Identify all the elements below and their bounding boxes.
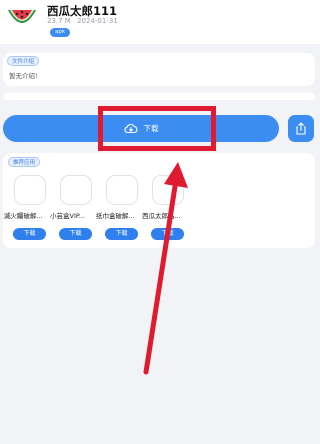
recommended-app-4[interactable]: 西瓜太郎晶... 下载 — [142, 175, 193, 247]
app-icon-placeholder — [14, 175, 46, 205]
app-header: 西瓜太郎111 23.7 M 2024-01-31 apk — [0, 0, 320, 44]
recommended-app-2[interactable]: 小芸盒VIP... 下载 — [50, 175, 101, 247]
recommended-download-button[interactable]: 下载 — [151, 228, 184, 240]
recommended-app-name: 西瓜太郎晶... — [142, 212, 181, 220]
app-icon-placeholder — [152, 175, 184, 205]
intro-text: 暂无介绍! — [9, 72, 38, 80]
recommended-download-button[interactable]: 下载 — [105, 228, 138, 240]
file-intro-card: 文件介绍 暂无介绍! — [3, 53, 315, 86]
share-icon — [296, 122, 306, 135]
upload-date: 2024-01-31 — [77, 17, 118, 25]
recommended-tag: 推荐应用 — [8, 157, 41, 167]
recommended-app-1[interactable]: 滅火矚破解... 下载 — [4, 175, 55, 247]
file-type-badge: apk — [50, 28, 71, 37]
app-icon-placeholder — [60, 175, 92, 205]
file-size: 23.7 M — [47, 17, 71, 25]
watermelon-icon — [3, 0, 41, 36]
recommended-apps-card: 推荐应用 滅火矚破解... 下载 小芸盒VIP... 下载 纸巾盒破解... 下… — [3, 153, 315, 248]
recommended-app-3[interactable]: 纸巾盒破解... 下载 — [96, 175, 147, 247]
recommended-download-button[interactable]: 下载 — [59, 228, 92, 240]
share-button[interactable] — [288, 115, 314, 142]
recommended-download-button[interactable]: 下载 — [13, 228, 46, 240]
app-meta: 23.7 M 2024-01-31 — [47, 17, 118, 25]
annotation-highlight-box — [98, 106, 216, 151]
divider-card — [3, 93, 315, 100]
app-icon-placeholder — [106, 175, 138, 205]
intro-tag: 文件介绍 — [7, 56, 40, 66]
